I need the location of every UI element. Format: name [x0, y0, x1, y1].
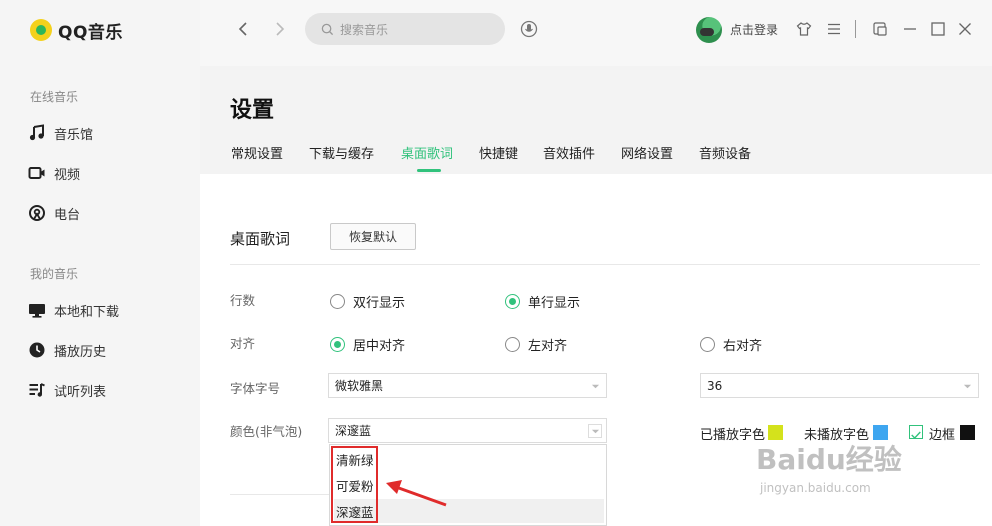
chevron-down-icon	[588, 424, 602, 438]
chevron-down-icon	[588, 379, 602, 393]
chevron-down-icon	[960, 379, 974, 393]
radio-label: 单行显示	[528, 296, 581, 311]
sidebar-item-label: 音乐馆	[54, 127, 94, 143]
login-link[interactable]: 点击登录	[730, 21, 778, 38]
color-scheme-value: 深邃蓝	[335, 424, 372, 438]
color-label: 颜色(非气泡)	[230, 424, 303, 439]
radio-circle	[700, 337, 715, 352]
radio-label: 左对齐	[528, 339, 568, 354]
active-tab-indicator	[417, 169, 441, 172]
lines-label: 行数	[230, 293, 256, 308]
menu-icon[interactable]	[826, 21, 842, 37]
border-label: 边框	[929, 428, 956, 443]
tab-shortcuts[interactable]: 快捷键	[479, 143, 518, 162]
forward-arrow-icon[interactable]	[270, 20, 288, 38]
mic-icon[interactable]	[520, 20, 538, 38]
border-color-swatch[interactable]	[960, 425, 975, 440]
font-size-value: 36	[707, 378, 723, 393]
top-bar: 搜索音乐 点击登录	[200, 0, 992, 66]
tab-network[interactable]: 网络设置	[621, 143, 673, 162]
tab-sound-plugins[interactable]: 音效插件	[543, 143, 595, 162]
font-family-value: 微软雅黑	[335, 379, 384, 393]
sidebar-item-music-hall[interactable]: 音乐馆	[28, 121, 93, 145]
radio-align-right[interactable]: 右对齐	[700, 335, 762, 354]
sidebar-item-label: 电台	[54, 207, 81, 223]
color-scheme-select[interactable]: 深邃蓝	[328, 418, 607, 443]
sidebar-item-label: 本地和下载	[54, 304, 120, 320]
app-name: QQ音乐	[58, 22, 123, 43]
sidebar: QQ音乐 在线音乐 音乐馆 视频 电台 我的音乐 本地和下载 播放历史 试听列表	[0, 0, 200, 526]
back-arrow-icon[interactable]	[235, 20, 253, 38]
annotation-arrow-icon	[386, 480, 447, 507]
page-title: 设置	[230, 98, 275, 123]
sidebar-item-play-history[interactable]: 播放历史	[28, 338, 106, 362]
font-label: 字体字号	[230, 381, 281, 396]
toolbar-divider	[855, 20, 856, 38]
minimize-icon[interactable]	[902, 21, 918, 37]
radio-circle	[330, 337, 345, 352]
section-title: 桌面歌词	[230, 230, 291, 248]
align-label: 对齐	[230, 336, 256, 351]
section-online-music: 在线音乐	[30, 90, 79, 104]
search-input[interactable]: 搜索音乐	[305, 13, 505, 45]
radio-circle	[505, 294, 520, 309]
radio-double-line[interactable]: 双行显示	[330, 292, 405, 311]
tab-download-cache[interactable]: 下载与缓存	[309, 143, 374, 162]
baidu-watermark-url: jingyan.baidu.com	[760, 481, 871, 495]
maximize-icon[interactable]	[930, 21, 946, 37]
sidebar-item-local-download[interactable]: 本地和下载	[28, 298, 119, 322]
history-icon	[28, 341, 46, 359]
baidu-watermark-logo: Baidu经验	[756, 443, 902, 476]
skin-shirt-icon[interactable]	[796, 21, 812, 37]
settings-header: 设置 常规设置 下载与缓存 桌面歌词 快捷键 音效插件 网络设置 音频设备	[200, 66, 992, 174]
border-checkbox[interactable]	[909, 425, 923, 439]
sidebar-item-video[interactable]: 视频	[28, 161, 80, 185]
playlist-icon	[28, 381, 46, 399]
sidebar-item-label: 播放历史	[54, 344, 107, 360]
font-size-select[interactable]: 36	[700, 373, 979, 398]
tab-audio-device[interactable]: 音频设备	[699, 143, 751, 162]
checkmark-icon	[911, 431, 921, 439]
avatar[interactable]	[696, 17, 722, 43]
section-divider	[230, 494, 330, 495]
qq-music-logo-icon	[30, 19, 52, 41]
radio-icon	[28, 204, 46, 222]
radio-align-center[interactable]: 居中对齐	[330, 335, 405, 354]
sidebar-item-playlist[interactable]: 试听列表	[28, 378, 106, 402]
search-placeholder: 搜索音乐	[340, 22, 389, 37]
sidebar-item-radio[interactable]: 电台	[28, 201, 80, 225]
font-family-select[interactable]: 微软雅黑	[328, 373, 607, 398]
sidebar-item-label: 视频	[54, 167, 81, 183]
radio-circle	[505, 337, 520, 352]
section-divider	[230, 264, 980, 265]
radio-circle	[330, 294, 345, 309]
radio-label: 右对齐	[723, 339, 763, 354]
search-icon	[321, 23, 334, 35]
section-my-music: 我的音乐	[30, 267, 79, 281]
mini-mode-icon[interactable]	[872, 21, 888, 37]
sidebar-item-label: 试听列表	[54, 384, 107, 400]
app-logo[interactable]: QQ音乐	[30, 18, 123, 43]
video-icon	[28, 164, 46, 182]
radio-single-line[interactable]: 单行显示	[505, 292, 580, 311]
radio-label: 双行显示	[353, 296, 406, 311]
tab-desktop-lyrics[interactable]: 桌面歌词	[401, 143, 453, 162]
restore-default-button[interactable]: 恢复默认	[330, 223, 416, 250]
radio-label: 居中对齐	[353, 339, 406, 354]
close-icon[interactable]	[957, 21, 973, 37]
music-note-icon	[28, 124, 46, 142]
monitor-icon	[28, 301, 46, 319]
radio-align-left[interactable]: 左对齐	[505, 335, 567, 354]
tab-general[interactable]: 常规设置	[231, 143, 283, 162]
annotation-highlight-box	[331, 446, 378, 523]
